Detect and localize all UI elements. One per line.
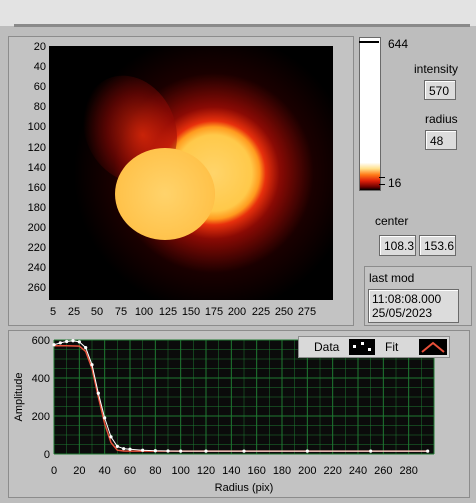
profile-plot[interactable]: 0 20 40 60 80 100 120 140 160 180 200 220 240 260 280 …: [0, 0, 476, 503]
plot-y-tick: 600: [32, 335, 50, 347]
data-point: [128, 447, 132, 451]
data-point: [109, 435, 113, 439]
data-point: [96, 391, 100, 395]
plot-y-ticks: 0 200 400 600: [32, 335, 50, 461]
data-point: [166, 449, 170, 453]
data-point: [58, 341, 62, 345]
plot-x-label: Radius (pix): [215, 482, 274, 494]
legend-data-dot: [353, 345, 356, 348]
plot-x-ticks: 0 20 40 60 80 100 120 140 160 180 200 220 240 260 280: [51, 465, 418, 477]
data-point: [242, 449, 246, 453]
data-point: [103, 416, 107, 420]
data-point: [84, 346, 88, 350]
plot-y-tick: 0: [44, 449, 50, 461]
data-point: [179, 449, 183, 453]
plot-x-tick: 20: [73, 465, 85, 477]
data-point: [204, 449, 208, 453]
plot-x-tick: 260: [374, 465, 392, 477]
plot-x-tick: 280: [399, 465, 417, 477]
data-point: [90, 363, 94, 367]
plot-x-tick: 240: [349, 465, 367, 477]
legend-data-dot: [368, 348, 371, 351]
plot-x-tick: 60: [124, 465, 136, 477]
plot-x-tick: 200: [298, 465, 316, 477]
legend-data-label: Data: [314, 340, 340, 354]
legend-fit-label: Fit: [385, 340, 399, 354]
plot-y-label: Amplitude: [13, 373, 25, 422]
data-point: [65, 339, 69, 344]
plot-x-tick: 140: [222, 465, 240, 477]
plot-y-tick: 200: [32, 411, 50, 423]
plot-x-tick: 80: [149, 465, 161, 477]
data-point: [71, 339, 75, 343]
data-point: [115, 444, 119, 448]
data-point: [141, 448, 145, 452]
plot-y-tick: 400: [32, 373, 50, 385]
plot-x-tick: 160: [247, 465, 265, 477]
plot-x-tick: 180: [273, 465, 291, 477]
data-point: [52, 343, 56, 347]
legend-fit-swatch[interactable]: [419, 339, 447, 355]
data-point: [305, 449, 309, 453]
plot-x-tick: 100: [171, 465, 189, 477]
plot-x-tick: 120: [197, 465, 215, 477]
plot-legend: Data Fit: [298, 336, 450, 358]
data-point: [122, 447, 126, 451]
data-point: [426, 449, 430, 453]
plot-x-tick: 40: [99, 465, 111, 477]
plot-x-tick: 220: [323, 465, 341, 477]
data-point: [369, 449, 373, 453]
data-point: [77, 340, 81, 344]
legend-data-dot: [361, 342, 364, 345]
legend-fit-icon: [421, 341, 445, 353]
data-point: [153, 449, 157, 453]
legend-data-swatch[interactable]: [349, 339, 375, 355]
plot-x-tick: 0: [51, 465, 57, 477]
